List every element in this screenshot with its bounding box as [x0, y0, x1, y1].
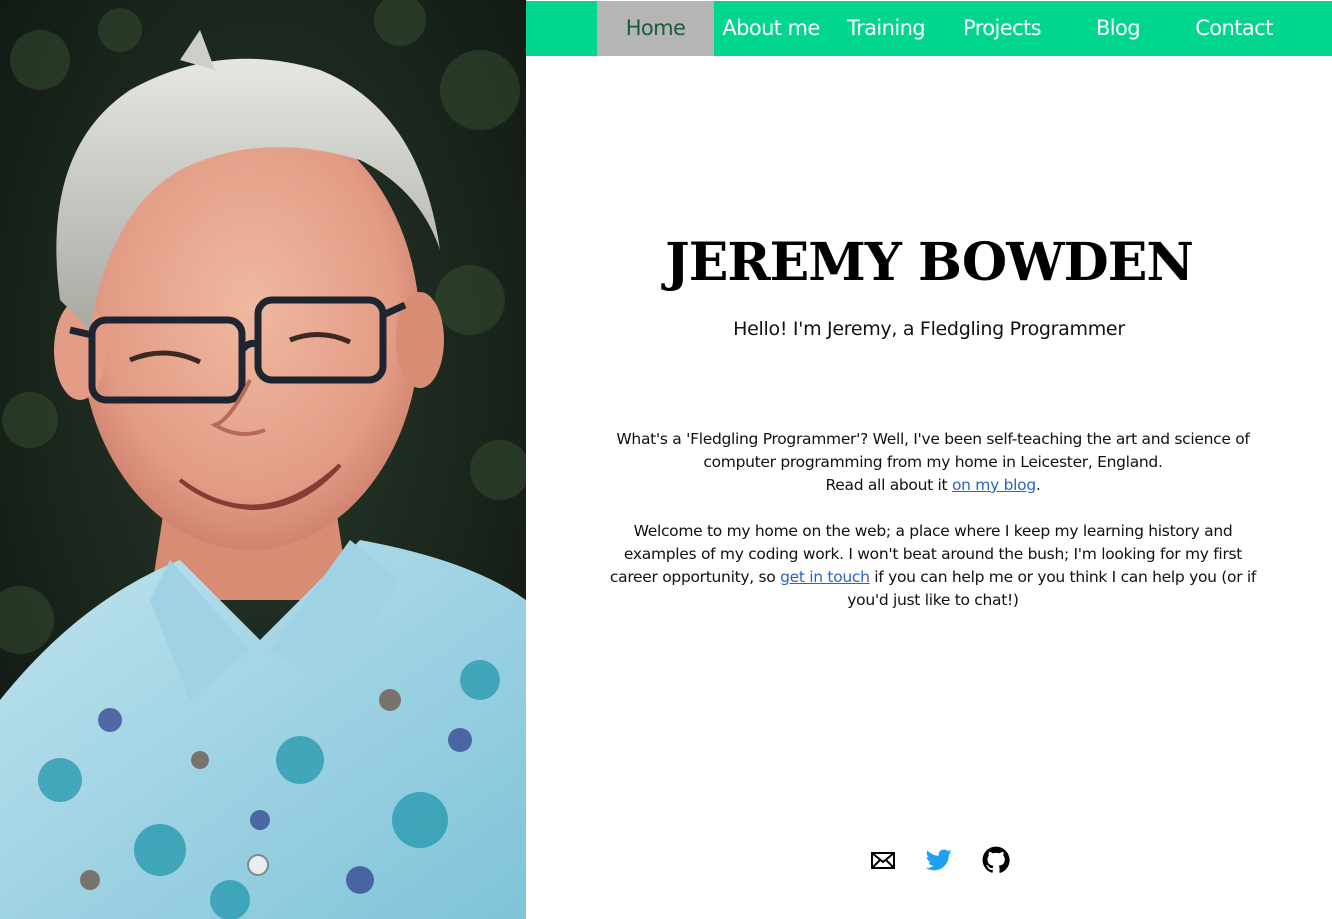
email-icon[interactable]: [869, 846, 897, 874]
blog-link[interactable]: on my blog: [952, 476, 1036, 494]
nav-projects[interactable]: Projects: [946, 1, 1058, 56]
intro-paragraph-1-text: What's a 'Fledgling Programmer'? Well, I…: [616, 430, 1250, 471]
intro-text: What's a 'Fledgling Programmer'? Well, I…: [608, 428, 1258, 612]
profile-photo: [0, 0, 526, 919]
intro-paragraph-2-end: if you can help me or you think I can he…: [847, 568, 1257, 609]
nav-about-me[interactable]: About me: [714, 1, 828, 56]
blog-link-suffix: .: [1035, 476, 1041, 494]
site-title: JEREMY BOWDEN: [665, 232, 1194, 293]
nav-home[interactable]: Home: [597, 1, 714, 56]
blog-link-prefix: Read all about it: [825, 476, 952, 494]
twitter-icon[interactable]: [925, 846, 953, 874]
contact-link[interactable]: get in touch: [780, 568, 870, 586]
github-icon[interactable]: [982, 846, 1010, 874]
main-content: JEREMY BOWDEN Hello! I'm Jeremy, a Fledg…: [526, 56, 1332, 919]
main-nav: Home About me Training Projects Blog Con…: [526, 1, 1332, 56]
nav-contact[interactable]: Contact: [1178, 1, 1290, 56]
nav-blog[interactable]: Blog: [1062, 1, 1174, 56]
intro-paragraph-1: What's a 'Fledgling Programmer'? Well, I…: [608, 428, 1258, 497]
nav-training[interactable]: Training: [830, 1, 942, 56]
tagline: Hello! I'm Jeremy, a Fledgling Programme…: [733, 318, 1125, 340]
intro-paragraph-2: Welcome to my home on the web; a place w…: [608, 520, 1258, 612]
